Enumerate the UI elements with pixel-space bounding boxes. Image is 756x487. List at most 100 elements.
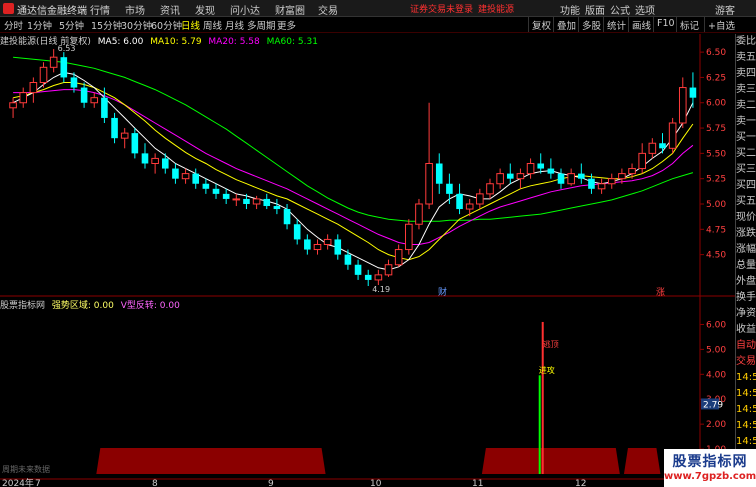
candle-body	[49, 56, 58, 68]
indicator-name: 股票指标网	[0, 301, 46, 311]
event-mark-finance: 财	[438, 286, 447, 298]
menu-ask[interactable]: 问小达	[230, 2, 260, 17]
strong-zone-area	[96, 448, 326, 474]
candle-body	[334, 239, 342, 255]
overlay-button[interactable]: 叠加	[553, 17, 579, 32]
adjust-button[interactable]: 复权	[528, 17, 554, 32]
candle-body	[537, 163, 545, 169]
bottom-note: 周期未来数据	[2, 464, 50, 474]
candle-body	[354, 264, 362, 275]
menu-options[interactable]: 选项	[635, 2, 655, 17]
candle-body	[547, 168, 555, 174]
candle-body	[232, 198, 241, 201]
tab-daily[interactable]: 日线	[181, 18, 200, 32]
sidebar-item: 卖五	[736, 52, 756, 63]
sidebar-item: 卖一	[736, 116, 756, 127]
sidebar-item: 卖三	[736, 84, 756, 95]
candle-body	[648, 142, 657, 154]
sidebar-item: 买三	[736, 164, 756, 175]
sidebar-item: 14:56	[736, 420, 756, 431]
sidebar-item: 14:56	[736, 372, 756, 383]
candle-body	[415, 203, 423, 225]
sidebar-item: 委比	[736, 36, 756, 47]
f10-button[interactable]: F10	[653, 17, 678, 32]
add-favorite-button[interactable]: +自选	[704, 17, 738, 32]
candle-body	[659, 143, 666, 149]
tab-60min[interactable]: 60分钟	[151, 18, 182, 32]
menu-discover[interactable]: 发现	[195, 2, 215, 17]
candle-body	[192, 173, 200, 184]
menu-guest[interactable]: 游客	[715, 2, 735, 17]
candle-body	[476, 193, 484, 205]
candle-body	[323, 238, 332, 245]
main-axis-label: 4.50	[706, 251, 726, 261]
kline-chart[interactable]: 6.53 4.19 财 涨 2024年 7 8 9 10 11 12 周期未来数据 逃顶进攻 6.50…	[0, 34, 735, 487]
candle-body	[456, 193, 463, 210]
candle-body	[618, 173, 626, 180]
candle-body	[486, 183, 494, 195]
candle-body	[273, 206, 281, 210]
sidebar-item: 换手	[736, 292, 756, 303]
v-reversal-value: V型反转: 0.00	[120, 301, 180, 311]
tab-weekly[interactable]: 周线	[203, 18, 222, 32]
candle-body	[506, 173, 514, 179]
main-axis-label: 6.50	[706, 48, 726, 58]
sidebar-item: 卖四	[736, 68, 756, 79]
candle-body	[141, 153, 149, 164]
draw-button[interactable]: 画线	[628, 17, 654, 32]
candle-body	[425, 162, 433, 205]
high-price-label: 6.53	[58, 44, 76, 53]
candle-body	[516, 173, 525, 180]
candle-body	[252, 198, 261, 205]
stock-name-alert[interactable]: 建投能源	[478, 2, 514, 15]
tab-monthly[interactable]: 月线	[225, 18, 244, 32]
candle-body	[263, 198, 271, 207]
candle-body	[101, 97, 108, 118]
candle-body	[374, 274, 383, 281]
menu-quotes[interactable]: 行情	[90, 2, 110, 17]
candle-body	[80, 87, 88, 103]
candle-body	[111, 117, 118, 139]
candle-body	[161, 158, 169, 169]
tab-timeshare[interactable]: 分时	[4, 18, 23, 32]
candle-body	[344, 254, 352, 265]
tab-more[interactable]: 更多	[277, 18, 296, 32]
candle-body	[120, 132, 129, 139]
sidebar-item: 交易	[736, 356, 756, 367]
main-axis-label: 6.00	[706, 99, 726, 109]
tab-multi-period[interactable]: 多周期	[247, 18, 276, 32]
month-label: 9	[268, 479, 274, 487]
stats-button[interactable]: 统计	[603, 17, 629, 32]
menu-news[interactable]: 资讯	[160, 2, 180, 17]
tab-1min[interactable]: 1分钟	[27, 18, 52, 32]
main-axis-label: 5.00	[706, 200, 726, 210]
month-label: 12	[575, 479, 586, 487]
menu-layout[interactable]: 版面	[585, 2, 605, 17]
candle-body	[567, 173, 575, 185]
ma5-line	[12, 71, 694, 271]
tab-5min[interactable]: 5分钟	[59, 18, 84, 32]
candle-body	[131, 133, 139, 154]
month-label: 10	[370, 479, 382, 487]
menu-wealth[interactable]: 财富圈	[275, 2, 305, 17]
candle-body	[678, 87, 687, 124]
period-toolbar: 分时 1分钟 5分钟 15分钟 30分钟 60分钟 日线 周线 月线 多周期 更…	[0, 17, 756, 33]
candle-body	[181, 173, 190, 180]
menu-formula[interactable]: 公式	[610, 2, 630, 17]
login-alert[interactable]: 证券交易未登录	[410, 2, 473, 15]
sub-axis-label: 2.00	[706, 420, 726, 430]
multi-stock-button[interactable]: 多股	[578, 17, 604, 32]
candle-body	[364, 274, 372, 280]
event-mark-rise: 涨	[656, 287, 665, 298]
menu-function[interactable]: 功能	[560, 2, 580, 17]
tab-30min[interactable]: 30分钟	[121, 18, 152, 32]
app-logo-icon	[3, 3, 14, 14]
menu-trade[interactable]: 交易	[318, 2, 338, 17]
sidebar-item: 14:56	[736, 404, 756, 415]
menu-market[interactable]: 市场	[125, 2, 145, 17]
candle-body	[283, 209, 291, 225]
ma20-line	[13, 89, 694, 245]
tab-15min[interactable]: 15分钟	[91, 18, 122, 32]
mark-button[interactable]: 标记	[676, 17, 702, 32]
sidebar-item: 买二	[736, 148, 756, 159]
